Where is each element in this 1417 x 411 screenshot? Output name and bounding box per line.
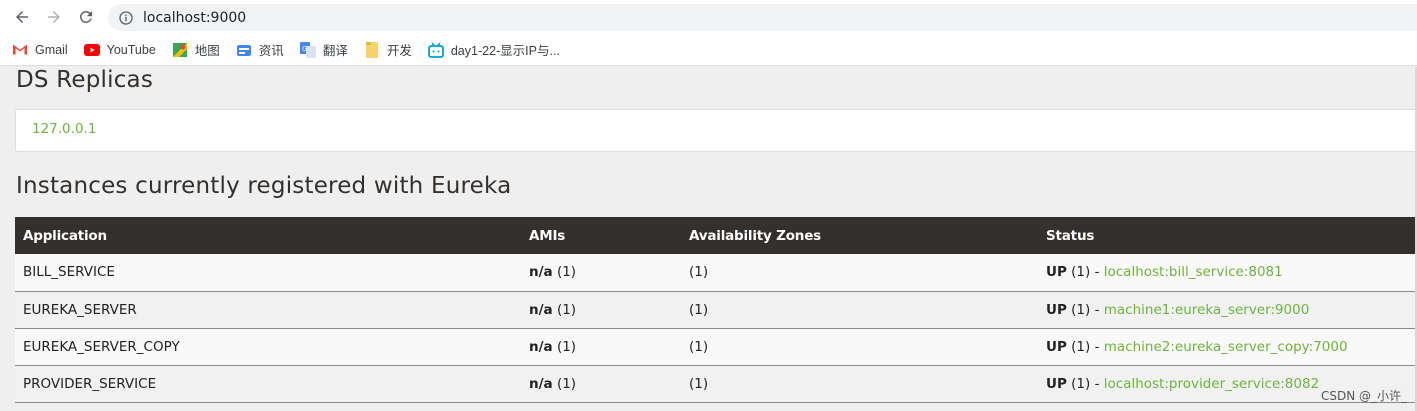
header-amis: AMIs (529, 227, 566, 244)
address-bar[interactable]: localhost:9000 (108, 4, 1417, 31)
cell-zones: (1) (689, 264, 709, 281)
cell-zones: (1) (689, 301, 709, 318)
cell-status: UP (1) - machine2:eureka_server_copy:700… (1046, 338, 1348, 355)
bookmark-label: day1-22-显示IP与... (450, 44, 560, 58)
bookmark-maps[interactable]: 地图 (172, 40, 220, 59)
instance-link[interactable]: localhost:bill_service:8081 (1104, 264, 1283, 280)
cell-status: UP (1) - localhost:bill_service:8081 (1046, 264, 1283, 281)
ds-replicas-title: DS Replicas (16, 67, 154, 93)
table-header-row: Application AMIs Availability Zones Stat… (15, 217, 1417, 254)
table-row: PROVIDER_SERVICE n/a (1) (1) UP (1) - lo… (15, 365, 1417, 402)
ds-replicas-list: 127.0.0.1 (15, 109, 1417, 152)
bookmark-gmail[interactable]: Gmail (12, 42, 68, 58)
bookmark-label: 资讯 (258, 44, 284, 58)
cell-application: PROVIDER_SERVICE (23, 375, 157, 392)
instance-link[interactable]: localhost:provider_service:8082 (1104, 376, 1319, 392)
instances-table: Application AMIs Availability Zones Stat… (15, 217, 1417, 403)
bookmark-label: 开发 (386, 44, 412, 58)
folder-icon (364, 41, 380, 58)
replica-link[interactable]: 127.0.0.1 (32, 121, 96, 137)
bookmark-label: YouTube (106, 42, 156, 57)
bilibili-icon (427, 41, 444, 58)
gmail-icon (12, 42, 28, 58)
instance-link[interactable]: machine2:eureka_server_copy:7000 (1104, 339, 1348, 355)
cell-amis: n/a (1) (529, 375, 577, 392)
bookmark-bilibili[interactable]: day1-22-显示IP与... (427, 40, 560, 59)
bookmark-folder[interactable]: 开发 (364, 40, 412, 59)
forward-arrow-icon (48, 11, 60, 23)
instance-link[interactable]: machine1:eureka_server:9000 (1104, 302, 1310, 318)
cell-application: EUREKA_SERVER (23, 301, 137, 318)
bookmark-news[interactable]: 资讯 (236, 40, 284, 59)
watermark: CSDN @_小许_ (1320, 389, 1407, 403)
back-button[interactable] (9, 4, 35, 30)
eureka-dashboard: DS Replicas 127.0.0.1 Instances currentl… (0, 67, 1417, 411)
cell-zones: (1) (689, 338, 709, 355)
cell-application: BILL_SERVICE (23, 264, 115, 281)
maps-icon (172, 42, 188, 58)
bookmark-label: 翻译 (322, 44, 348, 58)
table-row: EUREKA_SERVER n/a (1) (1) UP (1) - machi… (15, 291, 1417, 328)
table-row: EUREKA_SERVER_COPY n/a (1) (1) UP (1) - … (15, 328, 1417, 365)
bookmark-youtube[interactable]: YouTube (83, 42, 156, 58)
forward-button[interactable] (41, 4, 67, 30)
header-status: Status (1046, 227, 1095, 244)
cell-zones: (1) (689, 375, 709, 392)
url-text: localhost:9000 (143, 9, 247, 26)
cell-status: UP (1) - machine1:eureka_server:9000 (1046, 301, 1310, 318)
bookmark-translate[interactable]: G 翻译 (299, 40, 348, 59)
translate-icon: G (299, 41, 316, 58)
instances-title: Instances currently registered with Eure… (16, 173, 512, 199)
table-row: BILL_SERVICE n/a (1) (1) UP (1) - localh… (15, 254, 1417, 291)
cell-amis: n/a (1) (529, 338, 577, 355)
youtube-icon (83, 42, 100, 58)
reload-button[interactable] (73, 4, 99, 30)
info-icon[interactable] (118, 10, 134, 26)
cell-amis: n/a (1) (529, 264, 577, 281)
cell-amis: n/a (1) (529, 301, 577, 318)
bookmarks-bar: Gmail YouTube 地图 资讯 G 翻译 开发 day1-22-显示IP… (0, 34, 1417, 66)
header-availability-zones: Availability Zones (689, 227, 822, 244)
cell-application: EUREKA_SERVER_COPY (23, 338, 180, 355)
browser-toolbar: localhost:9000 (0, 0, 1417, 34)
bookmark-label: Gmail (35, 42, 68, 57)
reload-icon (80, 10, 92, 23)
svg-text:G: G (302, 45, 307, 53)
back-arrow-icon (16, 11, 28, 23)
news-icon (236, 42, 252, 58)
bookmark-label: 地图 (194, 44, 220, 58)
header-application: Application (23, 227, 107, 244)
